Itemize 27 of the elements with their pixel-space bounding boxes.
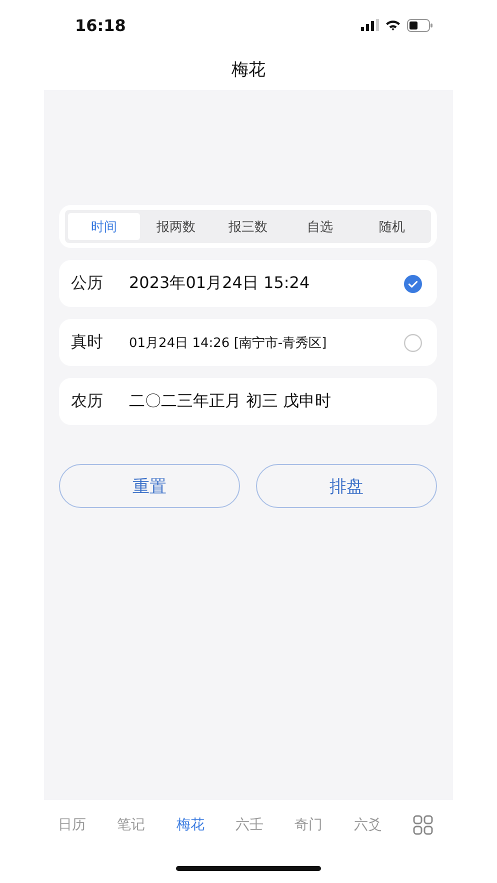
status-time: 16:18 [75, 16, 126, 34]
battery-icon [407, 18, 433, 32]
tab-bar-item[interactable]: 梅花 [176, 816, 204, 834]
page-title: 梅花 [232, 59, 266, 82]
segment-tab[interactable]: 时间 [68, 213, 140, 240]
grid-icon[interactable] [412, 815, 433, 835]
row-label: 农历 [71, 391, 104, 412]
row-label: 公历 [71, 273, 104, 294]
segment-tab[interactable]: 报两数 [140, 213, 212, 240]
tab-bar-item[interactable]: 笔记 [117, 816, 146, 834]
row-value: 2023年01月24日 15:24 [129, 273, 311, 294]
row-value: 01月24日 14:26 [南宁市-青秀区] [129, 334, 328, 352]
tab-bar-item[interactable]: 六壬 [235, 816, 264, 834]
signal-icon [361, 19, 379, 31]
option-row[interactable]: 公历 2023年01月24日 15:24 [59, 260, 437, 307]
row-value: 二〇二三年正月 初三 戊申时 [129, 391, 332, 412]
option-row[interactable]: 真时 01月24日 14:26 [南宁市-青秀区] [59, 319, 437, 366]
segment-tab[interactable]: 自选 [284, 213, 356, 240]
tab-bar-item[interactable]: 日历 [58, 816, 86, 834]
action-button[interactable]: 重置 [59, 464, 240, 508]
tab-bar-item[interactable]: 奇门 [294, 816, 323, 834]
segment-tab[interactable]: 报三数 [212, 213, 284, 240]
segment-tab[interactable]: 随机 [356, 213, 428, 240]
action-button[interactable]: 排盘 [256, 464, 437, 508]
wifi-icon [385, 19, 401, 31]
tab-bar-item[interactable]: 六爻 [354, 816, 382, 834]
row-label: 真时 [71, 332, 104, 353]
